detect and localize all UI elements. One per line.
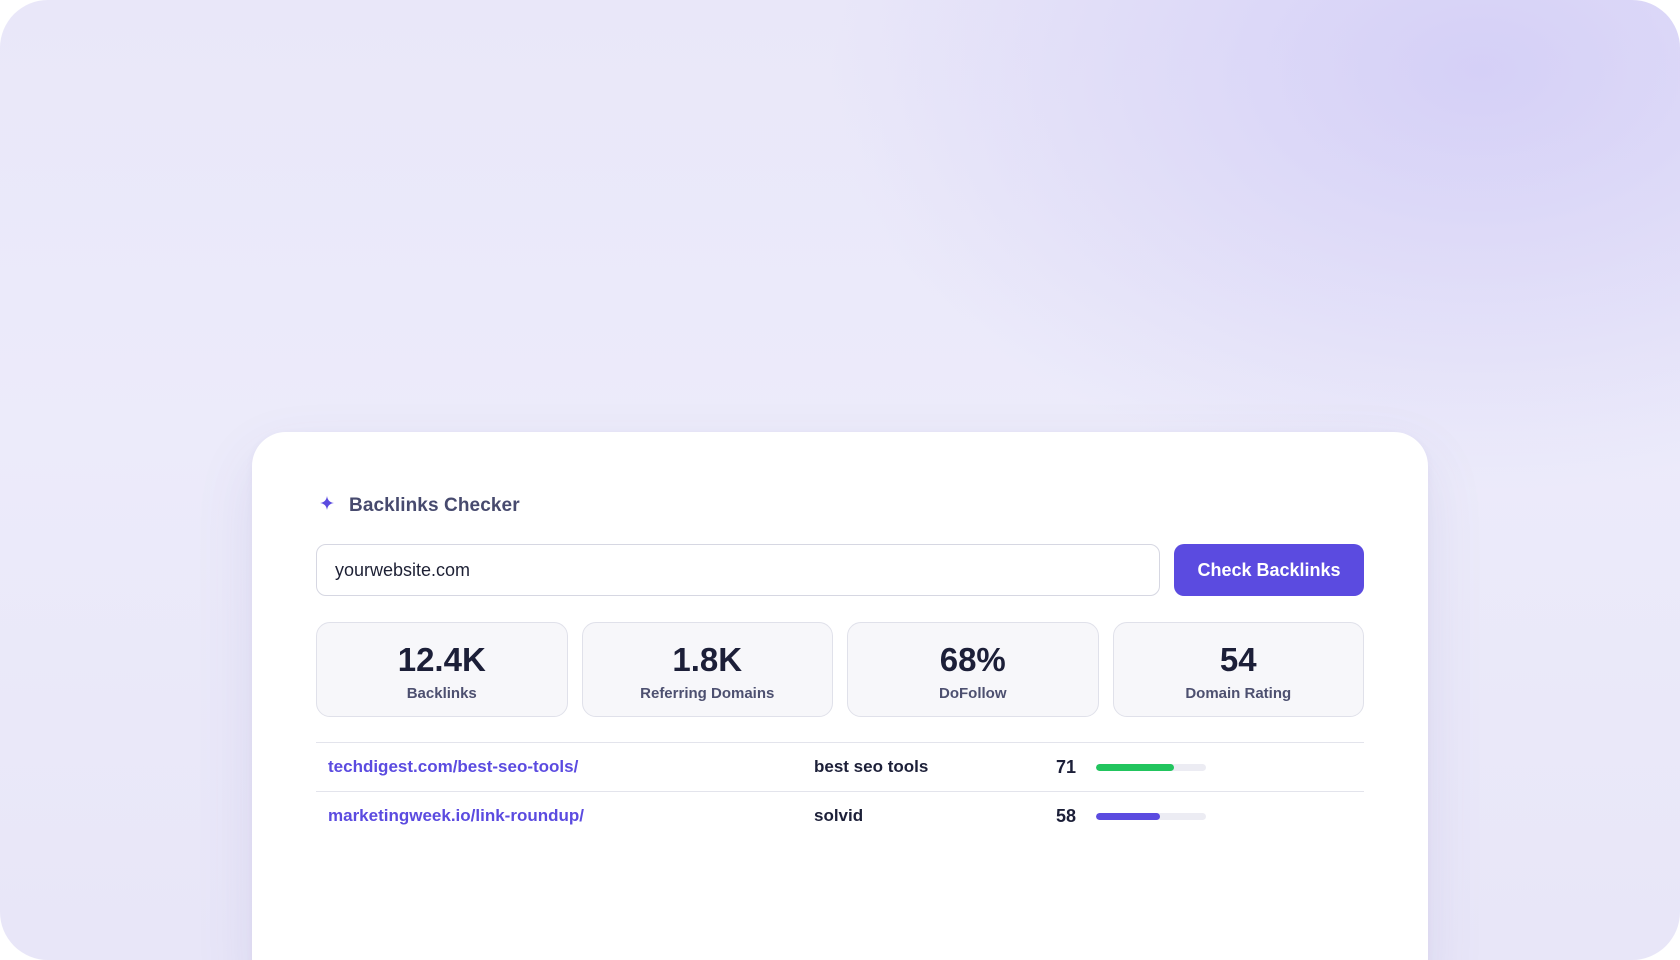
table-row: techdigest.com/best-seo-tools/ best seo … [316, 743, 1364, 792]
stat-value: 1.8K [672, 641, 743, 678]
table-row: marketingweek.io/link-roundup/ solvid 58 [316, 792, 1364, 840]
check-backlinks-button[interactable]: Check Backlinks [1174, 544, 1364, 596]
stat-value: 12.4K [397, 641, 486, 678]
domain-input[interactable] [316, 544, 1160, 596]
anchor-text: solvid [814, 806, 864, 825]
search-row: Check Backlinks [316, 544, 1364, 596]
stat-card-domain-rating: 54 Domain Rating [1112, 622, 1364, 717]
anchor-text: best seo tools [814, 757, 929, 776]
link-score: 71 [1056, 757, 1077, 777]
card-title: Backlinks Checker [349, 495, 520, 516]
backlinks-checker-card: Backlinks Checker Check Backlinks 12.4K … [252, 432, 1428, 960]
link-score: 58 [1056, 806, 1077, 826]
score-bar [1096, 764, 1206, 771]
stat-label: Backlinks [406, 685, 477, 702]
stat-label: DoFollow [939, 685, 1007, 702]
stat-value: 68% [939, 641, 1006, 678]
stat-label: Referring Domains [640, 685, 775, 702]
card-header: Backlinks Checker [320, 494, 520, 518]
score-bar-fill [1096, 764, 1175, 771]
sparkle-icon [320, 496, 334, 510]
stat-card-backlinks: 12.4K Backlinks [316, 622, 568, 717]
page-background: Backlinks Checker Check Backlinks 12.4K … [0, 0, 1680, 960]
backlinks-table: techdigest.com/best-seo-tools/ best seo … [316, 742, 1364, 840]
score-bar [1096, 813, 1206, 820]
backlink-url-link[interactable]: marketingweek.io/link-roundup/ [328, 792, 584, 840]
stat-card-referring-domains: 1.8K Referring Domains [581, 622, 833, 717]
stat-value: 54 [1219, 641, 1257, 678]
stat-card-dofollow: 68% DoFollow [847, 622, 1099, 717]
stat-label: Domain Rating [1185, 685, 1292, 702]
backlink-url-link[interactable]: techdigest.com/best-seo-tools/ [328, 743, 578, 791]
stats-row: 12.4K Backlinks 1.8K Referring Domains 6… [316, 622, 1364, 717]
score-bar-fill [1096, 813, 1160, 820]
